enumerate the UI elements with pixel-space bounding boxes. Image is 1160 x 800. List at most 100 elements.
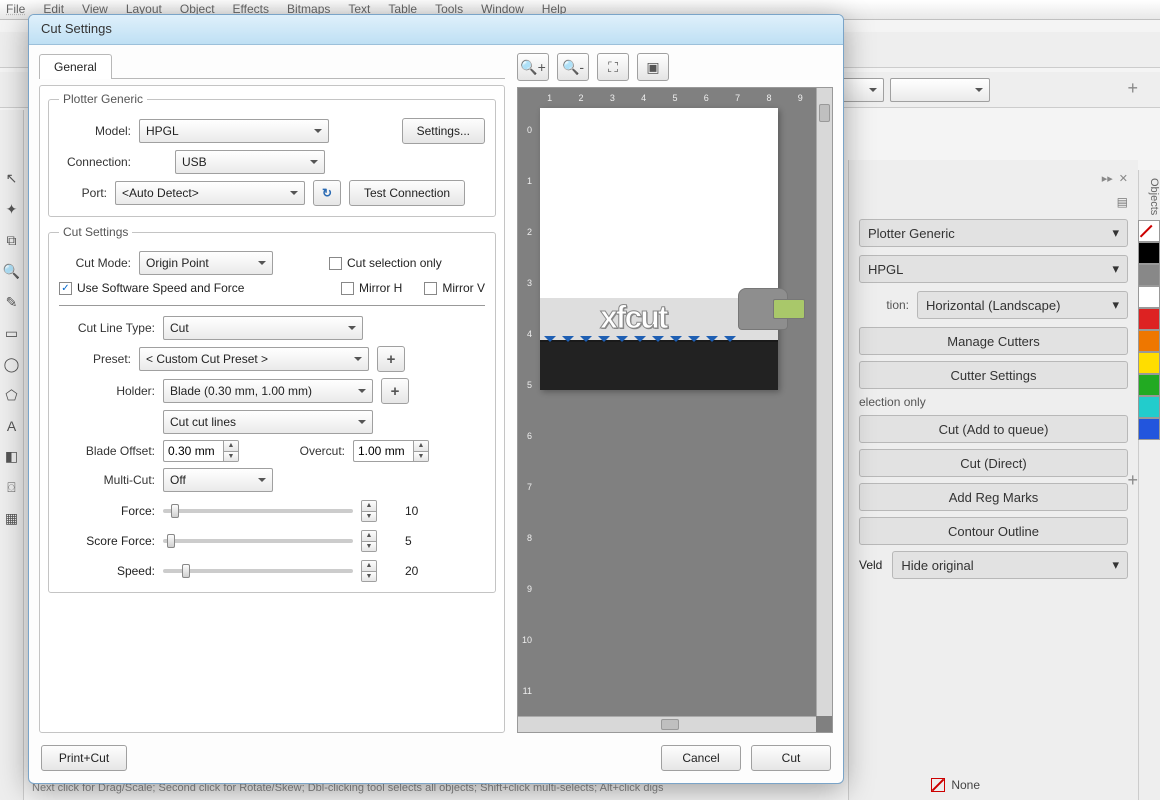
holder-add-button[interactable]: + <box>381 378 409 404</box>
speed-spinner[interactable]: ▲▼ <box>361 560 397 582</box>
blade-offset-spinner[interactable]: ▲▼ <box>163 440 239 462</box>
spin-up-icon[interactable]: ▲ <box>414 441 428 452</box>
port-select[interactable]: <Auto Detect> <box>115 181 305 205</box>
force-spinner[interactable]: ▲▼ <box>361 500 397 522</box>
swatch-cyan[interactable] <box>1138 396 1160 418</box>
spin-up-icon[interactable]: ▲ <box>224 441 238 452</box>
cancel-button[interactable]: Cancel <box>661 745 741 771</box>
swatch-black[interactable] <box>1138 242 1160 264</box>
cut-queue-button[interactable]: Cut (Add to queue) <box>859 415 1128 443</box>
crop-tool-icon[interactable]: ⧉ <box>7 232 17 249</box>
spin-down-icon[interactable]: ▼ <box>224 452 238 462</box>
swatch-yellow[interactable] <box>1138 352 1160 374</box>
color-palette[interactable] <box>1138 220 1160 440</box>
eyedrop-tool-icon[interactable]: ⌼ <box>7 479 15 496</box>
cutmode-select[interactable]: Origin Point <box>139 251 273 275</box>
cut-button[interactable]: Cut <box>751 745 831 771</box>
overcut-spinner[interactable]: ▲▼ <box>353 440 429 462</box>
force-label: Force: <box>59 504 155 518</box>
plotter-select[interactable]: Plotter Generic▾ <box>859 219 1128 247</box>
mirror-v-checkbox[interactable]: Mirror V <box>424 281 485 295</box>
pick-tool-icon[interactable]: ↖ <box>6 170 18 187</box>
cut-selection-only-checkbox[interactable]: Cut selection only <box>329 256 442 270</box>
spin-up-icon[interactable]: ▲ <box>362 561 376 572</box>
model-select[interactable]: HPGL▾ <box>859 255 1128 283</box>
left-toolbox[interactable]: ↖ ✦ ⧉ 🔍 ✎ ▭ ◯ ⬠ A ◧ ⌼ ▦ <box>0 110 24 800</box>
holder-label: Holder: <box>59 384 155 398</box>
dialog-title: Cut Settings <box>29 15 843 45</box>
contour-outline-button[interactable]: Contour Outline <box>859 517 1128 545</box>
score-force-slider[interactable] <box>163 539 353 543</box>
score-force-spinner[interactable]: ▲▼ <box>361 530 397 552</box>
swatch-gray[interactable] <box>1138 264 1160 286</box>
spin-down-icon[interactable]: ▼ <box>362 572 376 582</box>
cutlines-select[interactable]: Cut cut lines <box>163 410 373 434</box>
ellipse-tool-icon[interactable]: ◯ <box>4 356 20 373</box>
spin-up-icon[interactable]: ▲ <box>362 501 376 512</box>
swatch-red[interactable] <box>1138 308 1160 330</box>
zoom-in-button[interactable]: 🔍+ <box>517 53 549 81</box>
connection-select[interactable]: USB <box>175 150 325 174</box>
zoom-page-button[interactable]: ▣ <box>637 53 669 81</box>
shape-tool-icon[interactable]: ✦ <box>6 201 18 218</box>
score-force-label: Score Force: <box>59 534 155 548</box>
zoom-tool-icon[interactable]: 🔍 <box>3 263 20 280</box>
freehand-tool-icon[interactable]: ✎ <box>6 294 18 311</box>
spin-down-icon[interactable]: ▼ <box>362 542 376 552</box>
fill-tool-icon[interactable]: ◧ <box>5 448 18 465</box>
cut-direct-button[interactable]: Cut (Direct) <box>859 449 1128 477</box>
zoom-out-button[interactable]: 🔍- <box>557 53 589 81</box>
refresh-button[interactable]: ↻ <box>313 180 341 206</box>
add-panel-icon[interactable]: + <box>1127 470 1138 491</box>
spin-up-icon[interactable]: ▲ <box>362 531 376 542</box>
swatch-blue[interactable] <box>1138 418 1160 440</box>
print-cut-button[interactable]: Print+Cut <box>41 745 127 771</box>
speed-label: Speed: <box>59 564 155 578</box>
spin-down-icon[interactable]: ▼ <box>414 452 428 462</box>
zoom-fit-button[interactable]: ⛶ <box>597 53 629 81</box>
manage-cutters-button[interactable]: Manage Cutters <box>859 327 1128 355</box>
settings-button[interactable]: Settings... <box>402 118 485 144</box>
test-connection-button[interactable]: Test Connection <box>349 180 465 206</box>
force-slider[interactable] <box>163 509 353 513</box>
swatch-white[interactable] <box>1138 286 1160 308</box>
swatch-none[interactable] <box>1138 220 1160 242</box>
linewidth-select[interactable] <box>890 78 990 102</box>
preview-vscrollbar[interactable] <box>816 88 832 716</box>
preview-hscrollbar[interactable] <box>518 716 816 732</box>
menu-file[interactable]: File <box>6 2 25 17</box>
multicut-select[interactable]: Off <box>163 468 273 492</box>
cut-preview[interactable]: 123456789 01234567891011 xfcut <box>517 87 833 733</box>
tab-objects[interactable]: Objects <box>1139 178 1160 215</box>
text-tool-icon[interactable]: A <box>7 418 16 434</box>
rectangle-tool-icon[interactable]: ▭ <box>5 325 18 342</box>
zoom-out-icon: 🔍- <box>562 59 584 76</box>
polygon-tool-icon[interactable]: ⬠ <box>5 387 17 404</box>
panel-menu-icon[interactable]: ▤ <box>1117 195 1128 209</box>
holder-select[interactable]: Blade (0.30 mm, 1.00 mm) <box>163 379 373 403</box>
orientation-select[interactable]: Horizontal (Landscape)▾ <box>917 291 1128 319</box>
add-reg-marks-button[interactable]: Add Reg Marks <box>859 483 1128 511</box>
swatch-green[interactable] <box>1138 374 1160 396</box>
close-icon[interactable]: ✕ <box>1119 172 1128 185</box>
cut-settings-group: Cut Settings Cut Mode: Origin Point Cut … <box>48 225 496 593</box>
zoom-in-icon: 🔍+ <box>520 59 546 76</box>
overcut-input[interactable] <box>353 440 413 462</box>
weld-hide-select[interactable]: Hide original▾ <box>892 551 1128 579</box>
add-tab-icon[interactable]: + <box>1127 78 1138 99</box>
tab-general[interactable]: General <box>39 54 112 79</box>
cutline-select[interactable]: Cut <box>163 316 363 340</box>
cutter-settings-button[interactable]: Cutter Settings <box>859 361 1128 389</box>
model-select[interactable]: HPGL <box>139 119 329 143</box>
preset-add-button[interactable]: + <box>377 346 405 372</box>
chevron-down-icon: ▾ <box>1112 297 1119 313</box>
swatch-orange[interactable] <box>1138 330 1160 352</box>
mirror-h-checkbox[interactable]: Mirror H <box>341 281 402 295</box>
blade-offset-input[interactable] <box>163 440 223 462</box>
preset-select[interactable]: < Custom Cut Preset > <box>139 347 369 371</box>
spin-down-icon[interactable]: ▼ <box>362 512 376 522</box>
use-software-speed-checkbox[interactable]: ✓Use Software Speed and Force <box>59 281 244 295</box>
collapse-icon[interactable]: ▸▸ <box>1102 172 1113 185</box>
speed-slider[interactable] <box>163 569 353 573</box>
interactive-tool-icon[interactable]: ▦ <box>5 510 18 527</box>
